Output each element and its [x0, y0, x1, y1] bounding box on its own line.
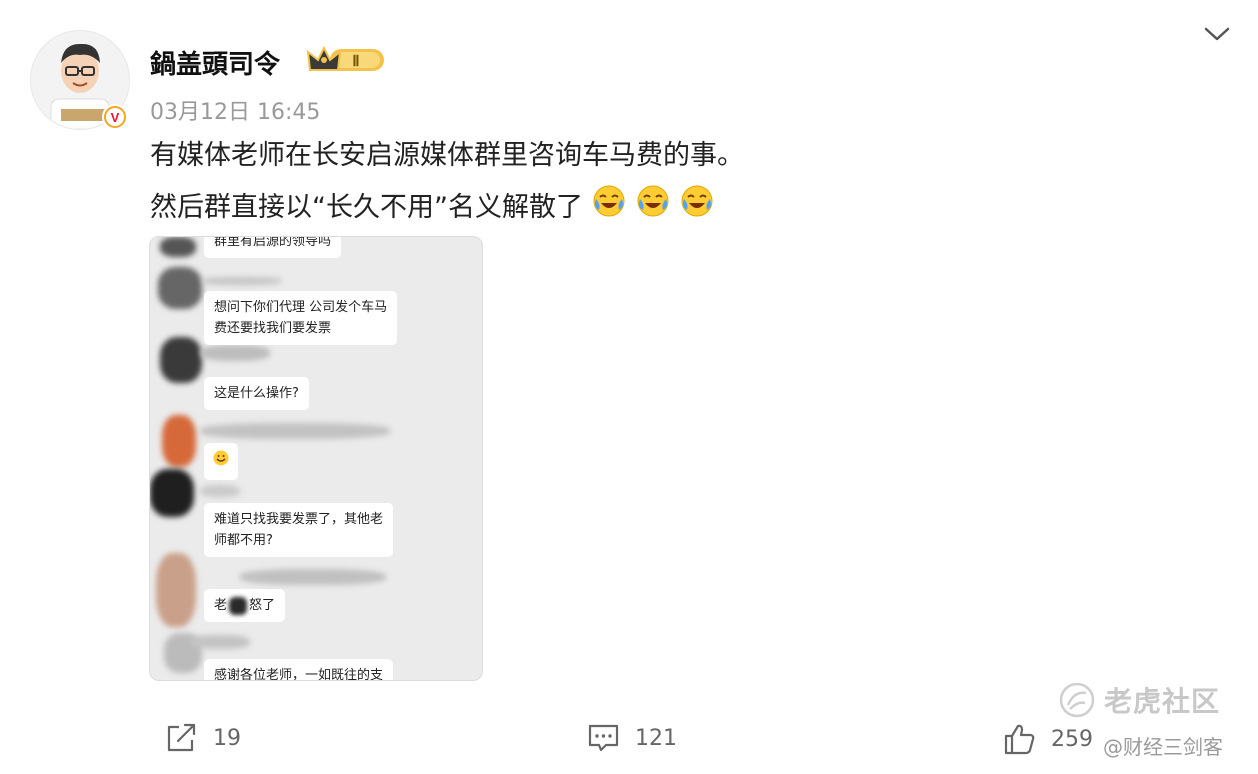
post-text-line2-content: 然后群直接以“长久不用”名义解散了: [150, 192, 583, 223]
chat-bubble: 老 怒了: [204, 589, 286, 622]
watermark-brand: 老虎社区: [1058, 680, 1220, 720]
chat-bubble-line: 费还要找我们要发票: [214, 321, 332, 336]
watermark-handle: @财经三剑客: [1103, 735, 1223, 759]
chat-bubble: 群里有启源的领导吗: [204, 237, 342, 258]
blurred-avatar: [150, 469, 194, 517]
crown-level-badge-icon[interactable]: Ⅱ: [306, 44, 386, 80]
chat-bubble: [204, 443, 238, 480]
comment-button[interactable]: 121: [587, 722, 677, 754]
chat-bubble: 想问下你们代理 公司发个车马 费还要找我们要发票: [204, 291, 398, 345]
post-text-line1: 有媒体老师在长安启源媒体群里咨询车马费的事。: [150, 140, 744, 171]
comment-count: 121: [635, 725, 677, 751]
chat-bubble: 这是什么操作?: [204, 377, 309, 410]
tiger-logo-icon: [1059, 682, 1095, 718]
blurred-name: [200, 423, 390, 439]
share-icon: [167, 723, 196, 752]
repost-button[interactable]: 19: [165, 722, 241, 754]
chat-bubble-line: 难道只找我要发票了，其他老: [214, 512, 384, 527]
laugh-cry-emoji-icon: [635, 183, 671, 226]
repost-count: 19: [213, 725, 241, 751]
blurred-name: [190, 635, 250, 649]
smile-emoji-icon: [213, 450, 229, 466]
blurred-avatar: [156, 553, 196, 627]
verified-badge: V: [102, 104, 128, 130]
blurred-avatar: [160, 337, 202, 383]
blurred-avatar: [158, 267, 202, 309]
chat-bubble: 难道只找我要发票了，其他老 师都不用?: [204, 503, 394, 557]
laugh-cry-emoji-icon: [679, 183, 715, 226]
post-text-line2: 然后群直接以“长久不用”名义解散了: [150, 183, 715, 226]
chat-bubble-text: 老: [214, 598, 228, 613]
chat-bubble: 感谢各位老师，一如既往的支: [204, 659, 394, 680]
username[interactable]: 鍋盖頭司令: [150, 44, 280, 81]
chat-bubble-line: 师都不用?: [214, 533, 273, 548]
chevron-down-icon[interactable]: [1200, 22, 1234, 50]
attached-chat-screenshot[interactable]: 群里有启源的领导吗 想问下你们代理 公司发个车马 费还要找我们要发票 这是什么操…: [149, 236, 483, 681]
post-timestamp[interactable]: 03月12日 16:45: [150, 94, 320, 126]
chat-bubble-text: 怒了: [249, 598, 276, 613]
watermark-brand-text: 老虎社区: [1104, 685, 1221, 718]
blurred-name: [200, 485, 240, 497]
chat-bubble-line: 想问下你们代理 公司发个车马: [214, 300, 388, 315]
level-badge-label: Ⅱ: [352, 54, 359, 70]
comment-icon: [588, 724, 619, 752]
like-button[interactable]: 259: [1003, 722, 1093, 756]
blurred-name: [240, 569, 386, 585]
like-count: 259: [1051, 726, 1093, 752]
laugh-cry-emoji-icon: [591, 183, 627, 226]
blurred-sticker: [229, 596, 248, 615]
blurred-avatar: [162, 415, 196, 467]
blurred-name: [200, 345, 270, 361]
blurred-name: [202, 277, 282, 285]
blurred-avatar: [160, 237, 196, 257]
thumbs-up-icon: [1004, 724, 1035, 755]
